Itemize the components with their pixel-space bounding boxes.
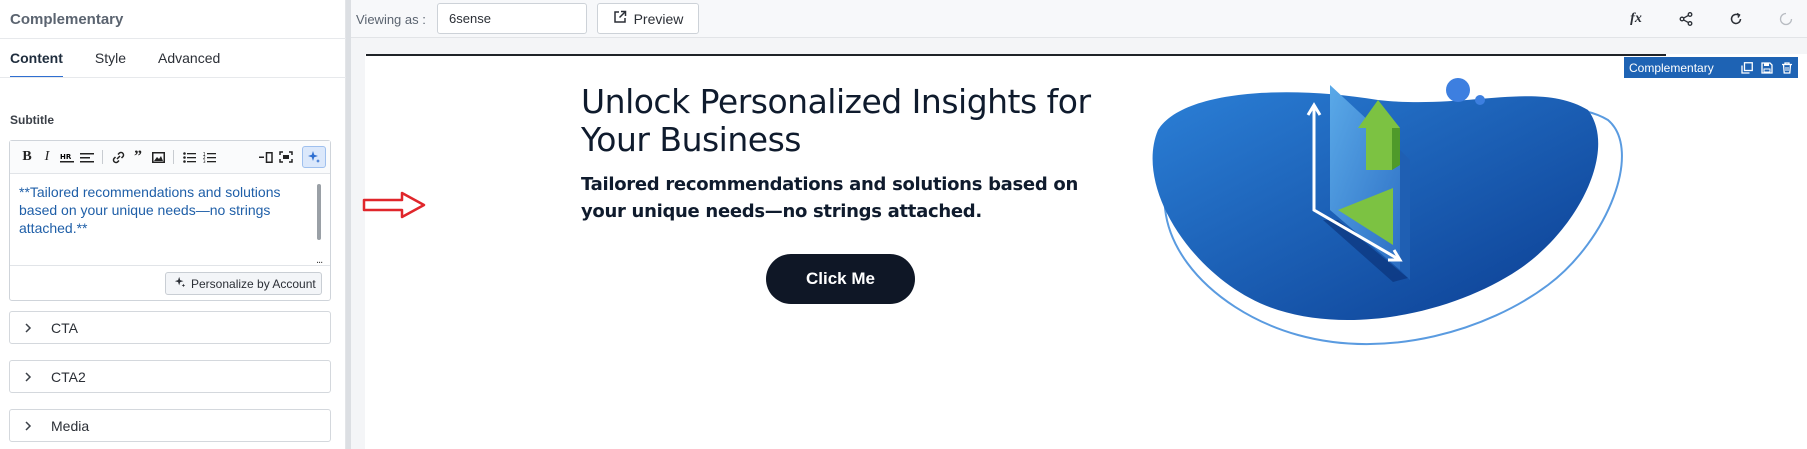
block-selection-badge[interactable]: Complementary (1624, 57, 1798, 78)
function-icon[interactable]: fx (1625, 8, 1647, 30)
personalize-by-account-button[interactable]: Personalize by Account (165, 272, 322, 295)
refresh-icon[interactable] (1725, 8, 1747, 30)
editor-scrollbar[interactable] (317, 184, 321, 240)
loading-icon (1775, 8, 1797, 30)
panel-resize-handle[interactable] (346, 0, 351, 449)
divider (102, 150, 103, 164)
accordion-label: CTA2 (51, 368, 86, 385)
svg-text:HR: HR (60, 153, 72, 161)
top-toolbar: Viewing as : Preview fx (351, 0, 1807, 38)
viewing-as-input[interactable] (437, 3, 587, 34)
decor-dot-small (1475, 95, 1485, 105)
subtitle-text-area[interactable]: **Tailored recommendations and solutions… (19, 183, 289, 237)
numbered-list-icon[interactable]: 123 (199, 147, 219, 167)
accordion-label: CTA (51, 319, 78, 336)
preview-button[interactable]: Preview (597, 3, 699, 34)
hero-cta-button[interactable]: Click Me (766, 254, 915, 304)
hero-subtitle: Tailored recommendations and solutions b… (581, 174, 1078, 222)
duplicate-icon[interactable] (1741, 61, 1753, 74)
tab-content[interactable]: Content (10, 50, 63, 78)
link-icon[interactable] (108, 147, 128, 167)
properties-panel: Complementary Content Style Advanced Sub… (0, 0, 346, 449)
save-icon[interactable] (1761, 61, 1773, 74)
hero-title: Unlock Personalized Insights for Your Bu… (581, 82, 1091, 159)
subtitle-editor: B I HR ” 123 **Tailored recommendations … (9, 140, 331, 301)
clear-format-icon[interactable] (77, 147, 97, 167)
bullet-list-icon[interactable] (179, 147, 199, 167)
ai-sparkle-icon (174, 276, 186, 291)
viewing-as-label: Viewing as : (356, 12, 426, 27)
chevron-right-icon (24, 418, 40, 434)
accordion-label: Media (51, 417, 90, 434)
fullscreen-icon[interactable] (276, 147, 296, 167)
block-name: Complementary (1629, 60, 1714, 75)
pointer-arrow-icon (362, 191, 426, 219)
divider (0, 77, 346, 78)
accordion-cta[interactable]: CTA (9, 311, 331, 344)
tab-advanced[interactable]: Advanced (158, 50, 220, 78)
svg-text:3: 3 (203, 159, 206, 163)
quote-icon[interactable]: ” (128, 147, 148, 167)
hero-illustration (1152, 78, 1623, 346)
bold-icon[interactable]: B (17, 147, 37, 167)
tab-style[interactable]: Style (95, 50, 126, 78)
chevron-right-icon (24, 320, 40, 336)
accordion-media[interactable]: Media (9, 409, 331, 442)
toggle-side-by-side-icon[interactable] (256, 147, 276, 167)
italic-icon[interactable]: I (37, 147, 57, 167)
chevron-right-icon (24, 369, 40, 385)
image-icon[interactable] (148, 147, 168, 167)
ai-sparkle-icon[interactable] (302, 146, 326, 168)
external-link-icon (613, 10, 627, 27)
personalize-label: Personalize by Account (191, 276, 316, 291)
share-icon[interactable] (1675, 8, 1697, 30)
horizontal-rule-icon[interactable]: HR (57, 147, 77, 167)
divider (0, 38, 346, 39)
decor-dot-large (1446, 78, 1470, 102)
editor-toolbar: B I HR ” 123 (10, 141, 330, 174)
panel-title: Complementary (10, 11, 124, 28)
divider (173, 150, 174, 164)
selection-outline (366, 54, 1666, 56)
preview-label: Preview (633, 10, 684, 27)
green-up-arrow-side (1392, 128, 1400, 170)
divider (10, 265, 330, 266)
panel-tabs: Content Style Advanced (10, 50, 220, 78)
delete-icon[interactable] (1781, 61, 1793, 74)
accordion-cta2[interactable]: CTA2 (9, 360, 331, 393)
subtitle-label: Subtitle (10, 113, 54, 127)
